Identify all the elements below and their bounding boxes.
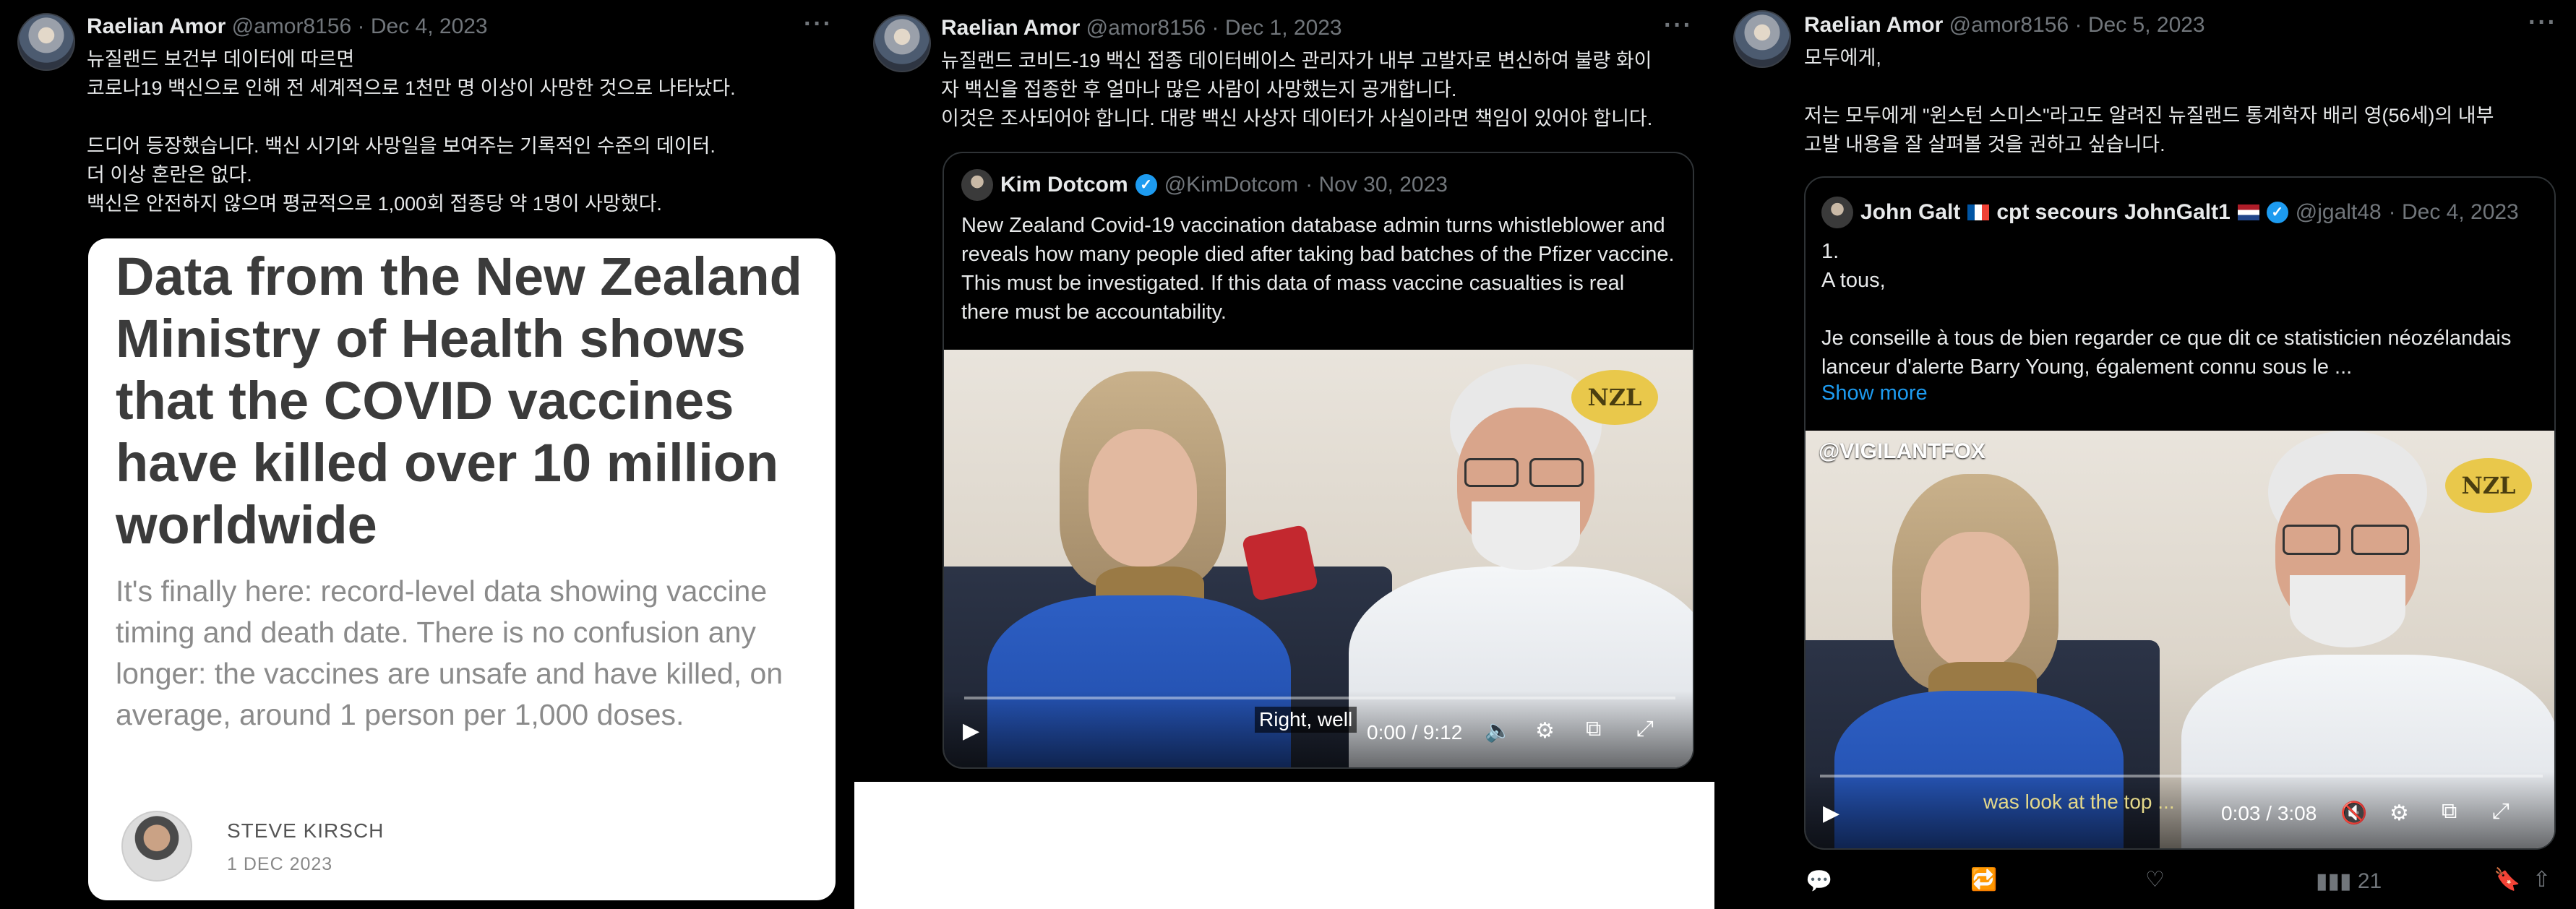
more-options-icon[interactable]: ··· bbox=[1664, 12, 1693, 40]
tweet-header: Raelian Amor @amor8156 · Dec 4, 2023 bbox=[87, 14, 488, 39]
more-options-icon[interactable]: ··· bbox=[2528, 9, 2557, 37]
picture-in-picture-icon[interactable]: ⧉ bbox=[2442, 799, 2457, 824]
views-button[interactable]: ▮▮▮ 21 bbox=[2316, 869, 2382, 894]
quote-text: 1. A tous, Je conseille à tous de bien r… bbox=[1821, 240, 2512, 379]
article-card[interactable]: Data from the New Zealand Ministry of He… bbox=[88, 238, 836, 900]
author-name[interactable]: Raelian Amor bbox=[87, 14, 226, 38]
quote-author-name[interactable]: John Galt bbox=[1860, 200, 1960, 225]
quote-author-handle[interactable]: @KimDotcom bbox=[1164, 173, 1298, 197]
verified-badge-icon: ✓ bbox=[1135, 174, 1157, 196]
avatar[interactable] bbox=[1733, 10, 1791, 68]
verified-badge-icon: ✓ bbox=[2266, 202, 2288, 223]
share-icon[interactable]: ⇧ bbox=[2533, 867, 2551, 892]
show-more-link[interactable]: Show more bbox=[1821, 379, 1928, 408]
author-name[interactable]: Raelian Amor bbox=[941, 16, 1080, 40]
views-icon: ▮▮▮ bbox=[2316, 869, 2352, 893]
author-handle[interactable]: @amor8156 bbox=[1086, 16, 1206, 40]
tweet-header: Raelian Amor @amor8156 · Dec 1, 2023 bbox=[941, 16, 1342, 40]
muted-icon[interactable]: 🔇 bbox=[2340, 801, 2367, 826]
retweet-icon[interactable]: 🔁 bbox=[1970, 867, 1997, 892]
fullscreen-icon[interactable]: ⤢ bbox=[2492, 799, 2510, 824]
avatar[interactable] bbox=[17, 13, 75, 71]
fullscreen-icon[interactable]: ⤢ bbox=[1636, 717, 1654, 741]
tweet-text: 모두에게, 저는 모두에게 "윈스턴 스미스"라고도 알려진 뉴질랜드 통계학자… bbox=[1804, 47, 2494, 155]
picture-in-picture-icon[interactable]: ⧉ bbox=[1586, 717, 1601, 741]
author-handle[interactable]: @amor8156 bbox=[1949, 13, 2069, 37]
play-icon[interactable]: ▶ bbox=[963, 718, 979, 744]
tweet-date[interactable]: · Dec 1, 2023 bbox=[1212, 16, 1342, 40]
tweet-3: Raelian Amor @amor8156 · Dec 5, 2023 ···… bbox=[1716, 0, 2576, 909]
article-author: STEVE KIRSCH bbox=[227, 819, 385, 842]
quote-avatar[interactable] bbox=[1821, 197, 1853, 228]
bookmark-icon[interactable]: 🔖 bbox=[2494, 867, 2520, 892]
tweet-text: 뉴질랜드 보건부 데이터에 따르면 코로나19 백신으로 인해 전 세계적으로 … bbox=[87, 48, 736, 215]
article-date: 1 DEC 2023 bbox=[227, 854, 333, 874]
quoted-tweet[interactable]: John Galt cpt secours JohnGalt1 ✓ @jgalt… bbox=[1804, 176, 2556, 850]
video-caption: was look at the top ... bbox=[1983, 790, 2175, 813]
quote-author-name-2[interactable]: cpt secours JohnGalt1 bbox=[1996, 200, 2230, 225]
tweet-1: Raelian Amor @amor8156 · Dec 4, 2023 ···… bbox=[0, 0, 853, 909]
settings-icon[interactable]: ⚙ bbox=[2390, 801, 2409, 826]
tweet-header: Raelian Amor @amor8156 · Dec 5, 2023 bbox=[1804, 13, 2205, 38]
video-caption: Right, well bbox=[1255, 707, 1357, 733]
quoted-tweet[interactable]: Kim Dotcom ✓ @KimDotcom · Nov 30, 2023 N… bbox=[943, 152, 1694, 769]
video-progress-bar[interactable] bbox=[1820, 775, 2543, 777]
tweet-date[interactable]: · Dec 5, 2023 bbox=[2075, 13, 2205, 37]
more-options-icon[interactable]: ··· bbox=[804, 10, 833, 38]
video-player[interactable]: NZL @VIGILANTFOX was look at the top ...… bbox=[1806, 431, 2554, 848]
tweet-2: Raelian Amor @amor8156 · Dec 1, 2023 ···… bbox=[854, 0, 1714, 909]
author-photo bbox=[121, 811, 192, 882]
tweet-text: 뉴질랜드 코비드-19 백신 접종 데이터베이스 관리자가 내부 고발자로 변신… bbox=[941, 50, 1653, 129]
nzl-logo: NZL bbox=[1571, 370, 1658, 425]
blank-area bbox=[854, 782, 1714, 909]
netherlands-flag-icon bbox=[2237, 204, 2259, 220]
reply-icon[interactable]: 💬 bbox=[1806, 869, 1832, 894]
quote-text: New Zealand Covid-19 vaccination databas… bbox=[961, 214, 1675, 324]
quote-avatar[interactable] bbox=[961, 169, 993, 201]
volume-icon[interactable]: 🔈 bbox=[1485, 718, 1511, 744]
video-time: 0:03 / 3:08 bbox=[2221, 802, 2317, 824]
video-player[interactable]: NZL Right, well ▶ 0:00 / 9:12 🔈 ⚙ ⧉ ⤢ bbox=[944, 350, 1693, 767]
quote-date[interactable]: · Nov 30, 2023 bbox=[1305, 173, 1448, 197]
france-flag-icon bbox=[1967, 204, 1990, 220]
article-subtitle: It's finally here: record-level data sho… bbox=[116, 574, 783, 731]
settings-icon[interactable]: ⚙ bbox=[1535, 718, 1555, 744]
video-progress-bar[interactable] bbox=[964, 697, 1675, 699]
quote-date[interactable]: · Dec 4, 2023 bbox=[2389, 200, 2519, 225]
quote-author-name[interactable]: Kim Dotcom bbox=[1000, 173, 1128, 197]
avatar[interactable] bbox=[873, 14, 931, 72]
quote-author-handle[interactable]: @jgalt48 bbox=[2296, 200, 2382, 225]
article-title: Data from the New Zealand Ministry of He… bbox=[116, 246, 802, 555]
video-watermark: @VIGILANTFOX bbox=[1819, 439, 1985, 463]
author-handle[interactable]: @amor8156 bbox=[232, 14, 352, 38]
quote-header: John Galt cpt secours JohnGalt1 ✓ @jgalt… bbox=[1821, 197, 2519, 228]
views-count: 21 bbox=[2357, 869, 2382, 893]
quote-header: Kim Dotcom ✓ @KimDotcom · Nov 30, 2023 bbox=[961, 169, 1448, 201]
play-icon[interactable]: ▶ bbox=[1823, 801, 1839, 826]
like-icon[interactable]: ♡ bbox=[2145, 867, 2165, 892]
author-name[interactable]: Raelian Amor bbox=[1804, 13, 1943, 37]
nzl-logo: NZL bbox=[2445, 458, 2532, 513]
video-time: 0:00 / 9:12 bbox=[1367, 721, 1463, 744]
tweet-date[interactable]: · Dec 4, 2023 bbox=[358, 14, 488, 38]
